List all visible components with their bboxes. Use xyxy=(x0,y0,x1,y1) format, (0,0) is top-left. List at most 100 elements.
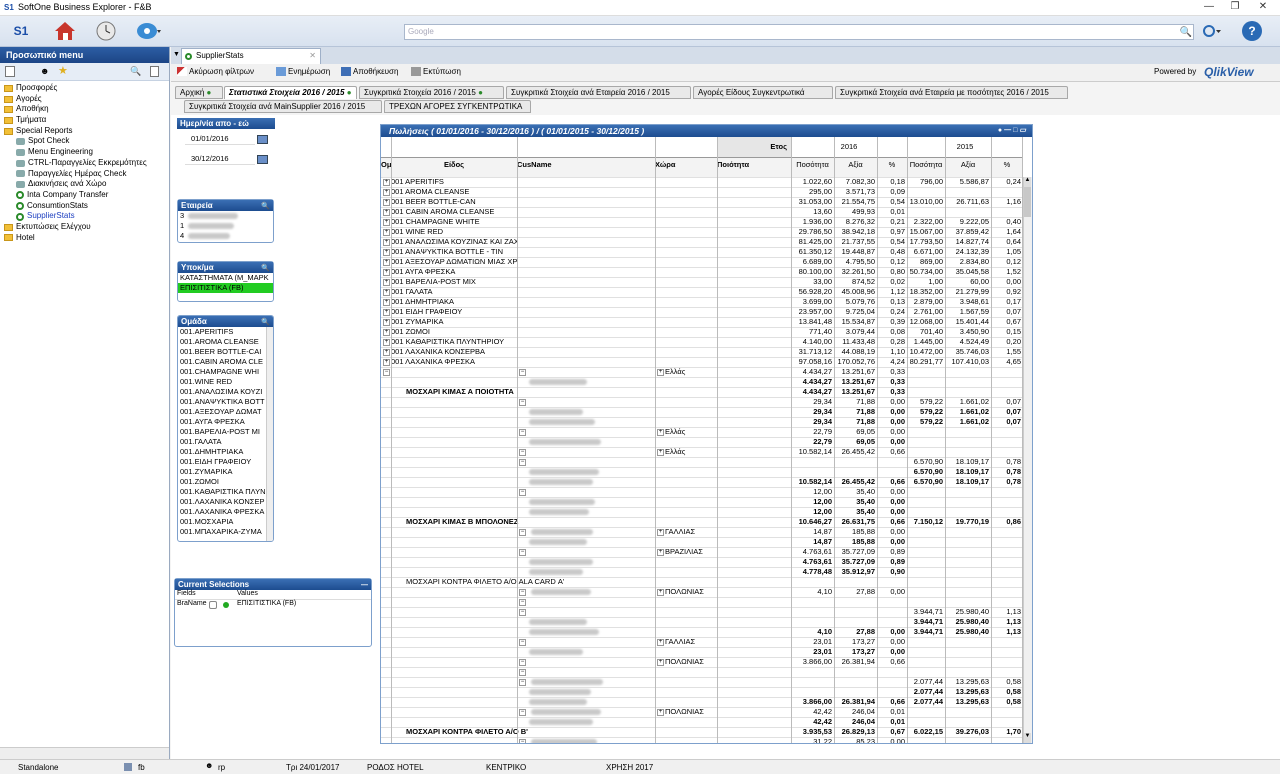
expand-icon[interactable]: + xyxy=(657,548,664,556)
expand-icon[interactable]: + xyxy=(383,308,390,316)
listbox-row[interactable]: 001.ΜΠΑΧΑΡΙΚΑ-ΖΥΜΑ xyxy=(178,527,266,537)
tab-statistika-2016-2015[interactable]: Στατιστικά Στοιχεία 2016 / 2015 ● xyxy=(224,86,357,99)
menu-item[interactable]: Hotel xyxy=(0,233,169,244)
detail-row[interactable]: 4,10 27,88 0,00 3.944,71 25.980,40 1,13 xyxy=(381,627,1023,637)
listbox-row[interactable]: 001.APERITIFS xyxy=(178,327,266,337)
detail-row[interactable]: − 29,34 71,88 0,00 579,22 1.661,02 0,07 xyxy=(381,397,1023,407)
detail-row[interactable]: 4.778,48 35.912,97 0,90 xyxy=(381,567,1023,577)
menu-item[interactable]: CTRL-Παραγγελίες Εκκρεμότητες xyxy=(0,158,169,169)
listbox-search-icon[interactable]: 🔍 xyxy=(261,263,270,274)
table-vertical-scrollbar[interactable]: ▲ ▼ xyxy=(1023,177,1032,743)
header-row-columns[interactable]: Ομάδ α Είδος CusName Χώρα Ποιότητα Ποσότητα Αξ… xyxy=(381,157,1023,177)
tab-trexon-agores[interactable]: ΤΡΕΧΩΝ ΑΓΟΡΕΣ ΣΥΓΚΕΝΤΡΩΤΙΚΑ xyxy=(384,100,531,113)
menu-item[interactable]: Τμήματα xyxy=(0,115,169,126)
menu-item[interactable]: Διακινήσεις ανά Χώρο xyxy=(0,179,169,190)
scroll-thumb[interactable] xyxy=(1024,187,1031,217)
date-from-field[interactable]: 01/01/2016 xyxy=(185,134,255,145)
tab-agores-eidous[interactable]: Αγορές Είδους Συγκεντρωτικά xyxy=(693,86,833,99)
detail-row[interactable]: 10.582,14 26.455,42 0,66 6.570,90 18.109,17 0… xyxy=(381,477,1023,487)
group-row[interactable]: +001 ΑΞΕΣΟΥΑΡ ΔΩΜΑΤΙΩΝ ΜΙΑΣ ΧΡΗΣΗΣ 6.689,… xyxy=(381,257,1023,267)
new-item-icon[interactable] xyxy=(5,66,15,77)
expand-icon[interactable]: + xyxy=(383,208,390,216)
menu-item[interactable]: SupplierStats xyxy=(0,211,169,222)
detail-row[interactable]: − − + Ελλάς 4.434,27 13.251,67 0,33 xyxy=(381,367,1023,377)
detail-row[interactable]: − + ΠΟΛΩΝΙΑΣ 4,10 27,88 0,00 xyxy=(381,587,1023,597)
detail-row[interactable]: − + ΒΡΑΖΙΛΙΑΣ 4.763,61 35.727,09 0,89 xyxy=(381,547,1023,557)
listbox-row[interactable]: ΕΠΙΣΙΤΙΣΤΙΚΑ (FB) xyxy=(178,283,273,293)
detail-row[interactable]: 6.570,90 18.109,17 0,78 xyxy=(381,467,1023,477)
detail-row[interactable]: 12,00 35,40 0,00 xyxy=(381,507,1023,517)
collapse-icon[interactable]: − xyxy=(519,708,526,716)
menu-item[interactable]: Παραγγελίες Ημέρας Check xyxy=(0,169,169,180)
listbox-row[interactable]: ΚΑΤΑΣΤΗΜΑΤΑ (Μ_ΜΑΡΚ xyxy=(178,273,273,283)
detail-row[interactable]: − + ΓΑΛΛΙΑΣ 14,87 185,88 0,00 xyxy=(381,527,1023,537)
listbox-row[interactable]: 001.ΓΑΛΑΤΑ xyxy=(178,437,266,447)
collapse-icon[interactable]: − xyxy=(519,368,526,376)
header-row-year[interactable]: Ετος 2016 2015 xyxy=(381,137,1023,157)
expand-icon[interactable]: + xyxy=(383,178,390,186)
tab-arxiki[interactable]: Αρχική ● xyxy=(175,86,223,99)
expand-icon[interactable]: + xyxy=(383,318,390,326)
print-button[interactable]: Εκτύπωση xyxy=(411,67,461,76)
clock-icon[interactable] xyxy=(94,20,118,42)
detail-row[interactable]: 2.077,44 13.295,63 0,58 xyxy=(381,687,1023,697)
group-row[interactable]: +001 WINE RED 29.786,50 38.942,18 0,97 15.06… xyxy=(381,227,1023,237)
group-row[interactable]: +001 ΒΑΡΕΛΙΑ-POST MIX 33,00 874,52 0,02 1,00… xyxy=(381,277,1023,287)
group-row[interactable]: +001 ΑΥΓΑ ΦΡΕΣΚΑ 80.100,00 32.261,50 0,80 50… xyxy=(381,267,1023,277)
update-button[interactable]: Ενημέρωση xyxy=(276,67,330,76)
star-icon[interactable]: ★ xyxy=(58,64,68,77)
search-icon[interactable]: 🔍 xyxy=(1180,25,1192,39)
minimize-button[interactable]: — xyxy=(1196,1,1222,14)
detail-row[interactable]: − 6.570,90 18.109,17 0,78 xyxy=(381,457,1023,467)
expand-icon[interactable]: + xyxy=(657,528,664,536)
listbox-row[interactable]: 3 xyxy=(178,211,273,221)
expand-icon[interactable]: + xyxy=(383,298,390,306)
listbox-row[interactable]: 001.CABIN AROMA CLE xyxy=(178,357,266,367)
tab-sygkritika-ana-etaireia[interactable]: Συγκριτικά Στοιχεία ανά Εταιρεία 2016 / … xyxy=(506,86,691,99)
scroll-up-icon[interactable]: ▲ xyxy=(1024,177,1031,187)
collapse-icon[interactable]: − xyxy=(519,598,526,606)
detail-row[interactable]: 12,00 35,40 0,00 xyxy=(381,497,1023,507)
settings-gear-icon[interactable] xyxy=(134,20,164,42)
scroll-down-icon[interactable]: ▼ xyxy=(1024,733,1031,743)
date-to-field[interactable]: 30/12/2016 xyxy=(185,154,255,165)
menu-item[interactable]: Αποθήκη xyxy=(0,104,169,115)
collapse-icon[interactable]: − xyxy=(519,668,526,676)
s1-home-icon[interactable]: S1 xyxy=(8,20,34,42)
group-row[interactable]: +001 CHAMPAGNE WHITE 1.936,00 8.276,32 0,21… xyxy=(381,217,1023,227)
collapse-icon[interactable]: − xyxy=(383,368,390,376)
group-row[interactable]: +001 APERITIFS 1.022,60 7.082,30 0,18 796,00… xyxy=(381,177,1023,187)
detail-row[interactable]: − + Ελλάς 22,79 69,05 0,00 xyxy=(381,427,1023,437)
menu-item[interactable]: Spot Check xyxy=(0,136,169,147)
collapse-icon[interactable]: − xyxy=(519,738,526,743)
close-window-button[interactable]: ✕ xyxy=(1250,1,1276,14)
expand-icon[interactable]: + xyxy=(383,248,390,256)
group-row[interactable]: +001 BEER BOTTLE-CAN 31.053,00 21.554,75 0,… xyxy=(381,197,1023,207)
menu-item[interactable]: Special Reports xyxy=(0,126,169,137)
listbox-row[interactable]: 001.ΖΥΜΑΡΙΚΑ xyxy=(178,467,266,477)
detail-row[interactable]: 4.763,61 35.727,09 0,89 xyxy=(381,557,1023,567)
expand-icon[interactable]: + xyxy=(383,228,390,236)
expand-icon[interactable]: + xyxy=(383,358,390,366)
expand-icon[interactable]: + xyxy=(657,588,664,596)
detail-row[interactable]: − 2.077,44 13.295,63 0,58 xyxy=(381,677,1023,687)
listbox-row[interactable]: 001.AROMA CLEANSE xyxy=(178,337,266,347)
detail-row[interactable]: 4.434,27 13.251,67 0,33 xyxy=(381,377,1023,387)
group-row[interactable]: +001 ΖΩΜΟΙ 771,40 3.079,44 0,08 701,40 3.450,… xyxy=(381,327,1023,337)
detail-row[interactable]: 23,01 173,27 0,00 xyxy=(381,647,1023,657)
expand-icon[interactable]: + xyxy=(383,198,390,206)
listbox-row[interactable]: 001.ΑΥΓΑ ΦΡΕΣΚΑ xyxy=(178,417,266,427)
close-tab-icon[interactable]: ✕ xyxy=(309,51,316,60)
collapse-icon[interactable]: − xyxy=(519,398,526,406)
expand-icon[interactable]: + xyxy=(383,188,390,196)
listbox-row[interactable]: 1 xyxy=(178,221,273,231)
google-search-input[interactable]: Google xyxy=(404,24,1194,40)
collapse-icon[interactable]: − xyxy=(519,608,526,616)
detail-row[interactable]: − + Ελλάς 10.582,14 26.455,42 0,66 xyxy=(381,447,1023,457)
menu-item[interactable]: Inta Company Transfer xyxy=(0,190,169,201)
listbox-row[interactable]: 001.ΔΗΜΗΤΡΙΑΚΑ xyxy=(178,447,266,457)
tab-mainsupplier[interactable]: Συγκριτικά Στοιχεία ανά MainSupplier 201… xyxy=(184,100,382,113)
detail-row[interactable]: ΜΟΣΧΑΡΙ ΚΙΜΑΣ Α ΠΟΙΟΤΗΤΑ 4.434,27 13.251,6… xyxy=(381,387,1023,397)
expand-icon[interactable]: + xyxy=(657,368,664,376)
save-button[interactable]: Αποθήκευση xyxy=(341,67,398,76)
